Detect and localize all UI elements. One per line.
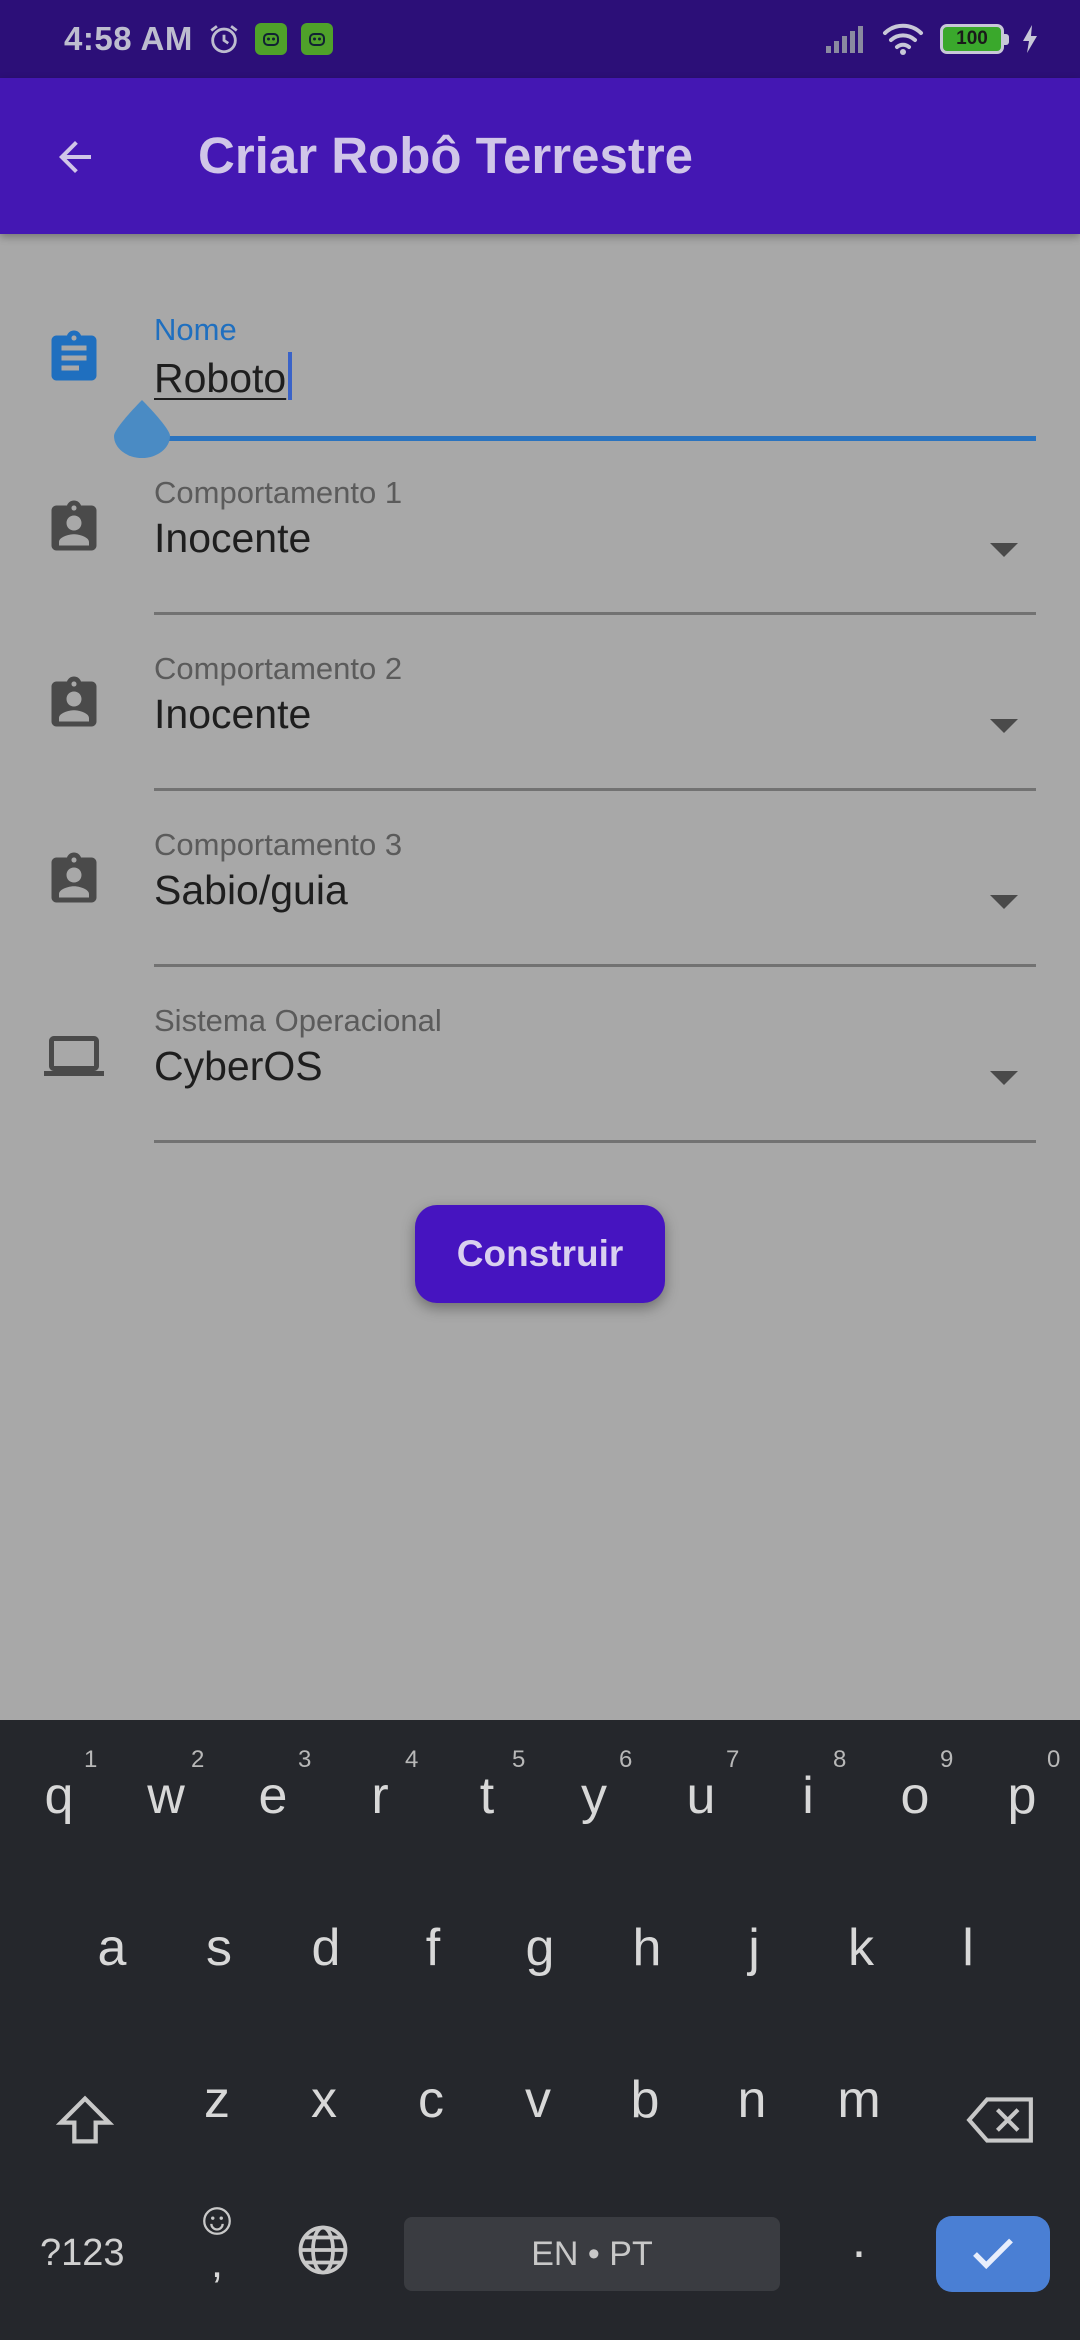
key-hint: 0 bbox=[1047, 1746, 1061, 1773]
period-key[interactable]: . bbox=[814, 2210, 904, 2270]
laptop-icon bbox=[44, 1036, 104, 1076]
language-key[interactable] bbox=[278, 2220, 368, 2293]
key-h[interactable]: h bbox=[602, 1918, 692, 1978]
behavior2-underline bbox=[154, 788, 1036, 791]
key-r[interactable]: r bbox=[335, 1766, 425, 1826]
os-value: CyberOS bbox=[154, 1043, 323, 1089]
status-bar: 4:58 AM 100 bbox=[0, 0, 1080, 78]
behavior3-value: Sabio/guia bbox=[154, 867, 348, 913]
chevron-down-icon bbox=[990, 719, 1018, 733]
battery-level: 100 bbox=[956, 28, 988, 49]
key-s[interactable]: s bbox=[174, 1918, 264, 1978]
key-hint: 6 bbox=[619, 1746, 633, 1773]
behavior2-label: Comportamento 2 bbox=[154, 651, 403, 686]
emoji-icon bbox=[203, 2207, 231, 2235]
key-o[interactable]: o bbox=[870, 1766, 960, 1826]
status-time: 4:58 AM bbox=[64, 20, 193, 57]
assignment-ind-icon bbox=[51, 852, 97, 903]
behavior3-label: Comportamento 3 bbox=[154, 827, 403, 862]
key-hint: 8 bbox=[833, 1746, 847, 1773]
key-e[interactable]: e bbox=[228, 1766, 318, 1826]
key-l[interactable]: l bbox=[923, 1918, 1013, 1978]
key-m[interactable]: m bbox=[814, 2070, 904, 2130]
key-n[interactable]: n bbox=[707, 2070, 797, 2130]
behavior1-label: Comportamento 1 bbox=[154, 475, 403, 510]
key-u[interactable]: u bbox=[656, 1766, 746, 1826]
charging-icon bbox=[1023, 25, 1037, 53]
key-hint: 4 bbox=[405, 1746, 419, 1773]
space-bar[interactable]: EN • PT bbox=[404, 2217, 780, 2291]
key-c[interactable]: c bbox=[386, 2070, 476, 2130]
key-hint: 3 bbox=[298, 1746, 312, 1773]
build-button[interactable]: Construir bbox=[415, 1205, 665, 1303]
chevron-down-icon bbox=[990, 543, 1018, 557]
chevron-down-icon bbox=[990, 1071, 1018, 1085]
name-input-text: Roboto bbox=[154, 355, 287, 401]
name-input[interactable]: Roboto bbox=[154, 352, 1036, 402]
key-hint: 9 bbox=[940, 1746, 954, 1773]
status-right-icons: 100 bbox=[824, 22, 1040, 56]
key-x[interactable]: x bbox=[279, 2070, 369, 2130]
key-g[interactable]: g bbox=[495, 1918, 585, 1978]
comma-label: , bbox=[210, 2238, 224, 2287]
name-field[interactable]: Nome Roboto bbox=[154, 312, 1036, 444]
behavior1-value: Inocente bbox=[154, 515, 312, 561]
key-hint: 5 bbox=[512, 1746, 526, 1773]
assignment-ind-icon bbox=[51, 500, 97, 551]
key-hint: 2 bbox=[191, 1746, 205, 1773]
key-v[interactable]: v bbox=[493, 2070, 583, 2130]
os-label: Sistema Operacional bbox=[154, 1003, 442, 1038]
behavior2-value: Inocente bbox=[154, 691, 312, 737]
behavior1-underline bbox=[154, 612, 1036, 615]
alarm-icon bbox=[210, 25, 238, 54]
key-a[interactable]: a bbox=[67, 1918, 157, 1978]
wifi-icon bbox=[883, 23, 923, 55]
globe-icon bbox=[298, 2225, 348, 2275]
key-w[interactable]: w bbox=[121, 1766, 211, 1826]
app-badge-icon bbox=[254, 23, 287, 55]
symbols-key[interactable]: ?123 bbox=[40, 2232, 125, 2275]
behavior2-dropdown[interactable]: Comportamento 2 Inocente bbox=[154, 651, 1036, 793]
arrow-left-icon bbox=[59, 141, 91, 173]
back-button[interactable] bbox=[42, 124, 108, 190]
key-p[interactable]: p bbox=[977, 1766, 1067, 1826]
name-field-label: Nome bbox=[154, 312, 237, 347]
shift-key[interactable] bbox=[40, 2088, 130, 2165]
key-hint: 1 bbox=[84, 1746, 98, 1773]
key-hint: 7 bbox=[726, 1746, 740, 1773]
app-bar: Criar Robô Terrestre bbox=[0, 78, 1080, 234]
os-underline bbox=[154, 1140, 1036, 1143]
status-left-icons bbox=[207, 22, 333, 56]
check-icon bbox=[973, 2238, 1013, 2270]
key-f[interactable]: f bbox=[388, 1918, 478, 1978]
chevron-down-icon bbox=[990, 895, 1018, 909]
assignment-icon bbox=[51, 330, 97, 381]
key-i[interactable]: i bbox=[763, 1766, 853, 1826]
key-k[interactable]: k bbox=[816, 1918, 906, 1978]
backspace-key[interactable] bbox=[950, 2088, 1050, 2165]
enter-key[interactable] bbox=[936, 2216, 1050, 2292]
key-q[interactable]: q bbox=[14, 1766, 104, 1826]
key-t[interactable]: t bbox=[442, 1766, 532, 1826]
assignment-ind-icon bbox=[51, 676, 97, 727]
behavior3-underline bbox=[154, 964, 1036, 967]
cursor-handle[interactable] bbox=[112, 398, 172, 458]
battery-icon: 100 bbox=[940, 24, 1009, 54]
shift-icon bbox=[55, 2095, 115, 2144]
emoji-comma-key[interactable]: , bbox=[172, 2204, 262, 2288]
os-dropdown[interactable]: Sistema Operacional CyberOS bbox=[154, 1003, 1036, 1145]
key-d[interactable]: d bbox=[281, 1918, 371, 1978]
key-j[interactable]: j bbox=[709, 1918, 799, 1978]
backspace-icon bbox=[966, 2097, 1033, 2143]
behavior3-dropdown[interactable]: Comportamento 3 Sabio/guia bbox=[154, 827, 1036, 969]
name-field-underline bbox=[154, 436, 1036, 441]
key-z[interactable]: z bbox=[172, 2070, 262, 2130]
page-title: Criar Robô Terrestre bbox=[198, 127, 694, 184]
signal-icon bbox=[826, 26, 863, 53]
behavior1-dropdown[interactable]: Comportamento 1 Inocente bbox=[154, 475, 1036, 617]
text-cursor bbox=[288, 352, 293, 400]
app-badge-icon bbox=[300, 23, 333, 55]
key-y[interactable]: y bbox=[549, 1766, 639, 1826]
key-b[interactable]: b bbox=[600, 2070, 690, 2130]
